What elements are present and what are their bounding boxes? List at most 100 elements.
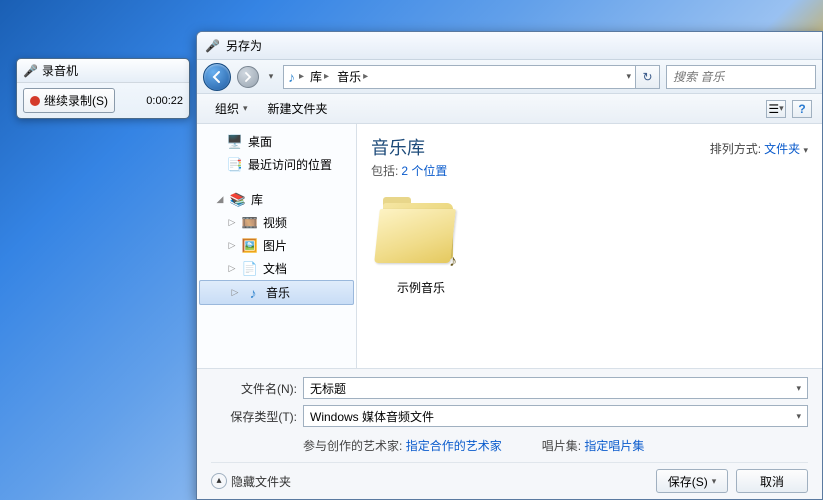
folder-sample-music[interactable]: ♪ 示例音乐 <box>371 197 471 296</box>
chevron-down-icon: ▾ <box>712 476 717 487</box>
save-button-label: 保存(S) <box>668 473 708 490</box>
tree-item-documents[interactable]: ▷ 📄 文档 <box>197 257 356 280</box>
nav-forward-button[interactable] <box>237 66 259 88</box>
pictures-icon: 🖼️ <box>242 238 258 254</box>
view-options-button[interactable]: ☰▾ <box>766 100 786 118</box>
tree-label: 桌面 <box>248 133 272 150</box>
recording-time: 0:00:22 <box>146 95 183 107</box>
hide-folders-label: 隐藏文件夹 <box>231 473 291 490</box>
hide-folders-toggle[interactable]: ▴ 隐藏文件夹 <box>211 473 291 490</box>
save-button[interactable]: 保存(S) ▾ <box>656 469 728 493</box>
search-box[interactable] <box>666 65 816 89</box>
cancel-button-label: 取消 <box>760 473 784 490</box>
new-folder-button[interactable]: 新建文件夹 <box>260 97 336 120</box>
sound-recorder-titlebar[interactable]: 🎤 录音机 <box>17 59 189 83</box>
dialog-app-icon: 🎤 <box>205 39 220 53</box>
chevron-down-icon[interactable]: ▾ <box>796 411 801 422</box>
tree-label: 图片 <box>263 237 287 254</box>
filename-value: 无标题 <box>310 380 346 397</box>
album-label: 唱片集: <box>542 439 581 453</box>
recent-icon: 📑 <box>227 157 243 173</box>
expand-icon[interactable]: ▷ <box>227 263 237 274</box>
organize-label: 组织 <box>215 100 239 117</box>
tree-item-music[interactable]: ▷ ♪ 音乐 <box>199 280 354 305</box>
expand-icon[interactable]: ▷ <box>230 287 240 298</box>
file-items-area[interactable]: ♪ 示例音乐 <box>357 185 822 368</box>
new-folder-label: 新建文件夹 <box>268 100 328 117</box>
tree-item-recent[interactable]: 📑 最近访问的位置 <box>197 153 356 176</box>
save-as-titlebar[interactable]: 🎤 另存为 <box>197 32 822 60</box>
tree-label: 最近访问的位置 <box>248 156 332 173</box>
arrange-by-link[interactable]: 文件夹 ▾ <box>764 142 808 156</box>
artists-label: 参与创作的艺术家: <box>303 439 402 453</box>
help-icon: ? <box>798 102 805 116</box>
navigation-tree: 🖥️ 桌面 📑 最近访问的位置 ◢ 📚 库 ▷ 🎞️ 视频 ▷ 🖼️ 图 <box>197 124 357 368</box>
main-panel: 🖥️ 桌面 📑 最近访问的位置 ◢ 📚 库 ▷ 🎞️ 视频 ▷ 🖼️ 图 <box>197 124 822 368</box>
desktop-icon: 🖥️ <box>227 134 243 150</box>
collapse-icon[interactable]: ◢ <box>215 194 225 205</box>
sound-recorder-body: 继续录制(S) 0:00:22 <box>17 83 189 118</box>
video-icon: 🎞️ <box>242 215 258 231</box>
locations-link[interactable]: 2 个位置 <box>401 164 447 178</box>
breadcrumb-library[interactable]: 库 ▸ <box>308 68 331 85</box>
chevron-down-icon: ▾ <box>243 103 248 114</box>
chevron-down-icon: ▾ <box>803 145 808 155</box>
refresh-icon: ↻ <box>642 70 652 84</box>
chevron-down-icon: ▾ <box>779 103 784 114</box>
save-as-title: 另存为 <box>226 37 262 54</box>
organize-menu[interactable]: 组织 ▾ <box>207 97 256 120</box>
metadata-row: 参与创作的艺术家: 指定合作的艺术家 唱片集: 指定唱片集 <box>211 433 808 462</box>
continue-recording-button[interactable]: 继续录制(S) <box>23 88 115 113</box>
library-title: 音乐库 <box>371 134 447 160</box>
dialog-button-row: ▴ 隐藏文件夹 保存(S) ▾ 取消 <box>211 462 808 493</box>
chevron-down-icon[interactable]: ▾ <box>796 383 801 394</box>
tree-label: 库 <box>251 191 263 208</box>
arrow-right-icon <box>243 72 253 82</box>
tree-label: 文档 <box>263 260 287 277</box>
filetype-dropdown[interactable]: Windows 媒体音频文件 ▾ <box>303 405 808 427</box>
music-overlay-icon: ♪ <box>449 253 457 271</box>
documents-icon: 📄 <box>242 261 258 277</box>
search-input[interactable] <box>673 70 809 84</box>
view-icon: ☰ <box>768 102 779 116</box>
breadcrumb-music[interactable]: 音乐 ▸ <box>335 68 370 85</box>
microphone-icon: 🎤 <box>23 64 38 78</box>
arrange-by: 排列方式: 文件夹 ▾ <box>710 134 808 157</box>
tree-item-library[interactable]: ◢ 📚 库 <box>197 188 356 211</box>
chevron-down-icon: ▾ <box>269 71 274 82</box>
tree-item-pictures[interactable]: ▷ 🖼️ 图片 <box>197 234 356 257</box>
help-button[interactable]: ? <box>792 100 812 118</box>
continue-recording-label: 继续录制(S) <box>44 92 108 109</box>
library-icon: 📚 <box>230 192 246 208</box>
record-dot-icon <box>30 96 40 106</box>
nav-history-dropdown[interactable]: ▾ <box>265 66 277 88</box>
address-dropdown-icon[interactable]: ▾ <box>626 71 631 82</box>
tree-label: 视频 <box>263 214 287 231</box>
expand-icon[interactable]: ▷ <box>227 240 237 251</box>
address-bar[interactable]: ♪ ▸ 库 ▸ 音乐 ▸ ▾ <box>283 65 636 89</box>
save-as-dialog: 🎤 另存为 ▾ ♪ ▸ 库 ▸ 音乐 ▸ ▾ ↻ 组织 ▾ <box>196 31 823 500</box>
filename-field[interactable]: 无标题 ▾ <box>303 377 808 399</box>
music-note-icon: ♪ <box>288 69 295 85</box>
breadcrumb-separator: ▸ <box>299 71 304 82</box>
save-form: 文件名(N): 无标题 ▾ 保存类型(T): Windows 媒体音频文件 ▾ … <box>197 368 822 499</box>
content-panel: 音乐库 包括: 2 个位置 排列方式: 文件夹 ▾ <box>357 124 822 368</box>
nav-back-button[interactable] <box>203 63 231 91</box>
cancel-button[interactable]: 取消 <box>736 469 808 493</box>
sound-recorder-title: 录音机 <box>42 62 78 79</box>
tree-item-desktop[interactable]: 🖥️ 桌面 <box>197 130 356 153</box>
expand-icon[interactable]: ▷ <box>227 217 237 228</box>
specify-artists-link[interactable]: 指定合作的艺术家 <box>406 439 502 453</box>
library-header: 音乐库 包括: 2 个位置 排列方式: 文件夹 ▾ <box>357 124 822 185</box>
specify-album-link[interactable]: 指定唱片集 <box>584 439 644 453</box>
navigation-bar: ▾ ♪ ▸ 库 ▸ 音乐 ▸ ▾ ↻ <box>197 60 822 94</box>
chevron-up-icon: ▴ <box>211 473 227 489</box>
folder-label: 示例音乐 <box>371 279 471 296</box>
tree-item-videos[interactable]: ▷ 🎞️ 视频 <box>197 211 356 234</box>
refresh-button[interactable]: ↻ <box>636 65 660 89</box>
filetype-label: 保存类型(T): <box>211 408 297 425</box>
tree-label: 音乐 <box>266 284 290 301</box>
folder-icon: ♪ <box>377 197 465 275</box>
sound-recorder-window: 🎤 录音机 继续录制(S) 0:00:22 <box>16 58 190 119</box>
toolbar: 组织 ▾ 新建文件夹 ☰▾ ? <box>197 94 822 124</box>
